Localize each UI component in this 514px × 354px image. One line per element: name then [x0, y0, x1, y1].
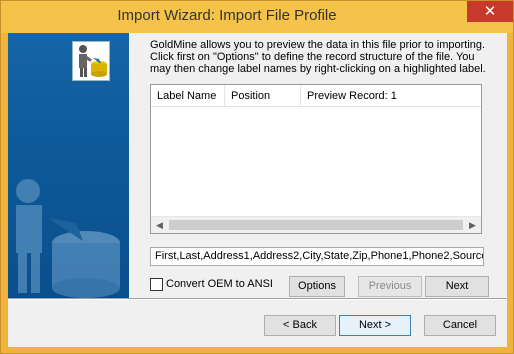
window-title: Import Wizard: Import File Profile: [117, 7, 337, 24]
column-header-preview-record[interactable]: Preview Record: 1: [301, 85, 481, 107]
convert-oem-label[interactable]: Convert OEM to ANSI: [166, 278, 273, 290]
wizard-client-area: GoldMine allows you to preview the data …: [8, 33, 507, 347]
scroll-right-icon[interactable]: ▶: [464, 217, 481, 233]
next-record-button[interactable]: Next: [425, 276, 489, 297]
back-button[interactable]: < Back: [264, 315, 336, 336]
footer-separator-highlight: [8, 299, 507, 300]
wizard-side-banner: [8, 33, 129, 298]
preview-listview[interactable]: Label Name Position Preview Record: 1 ◀ …: [150, 84, 482, 234]
listview-header: Label Name Position Preview Record: 1: [151, 85, 481, 107]
title-bar[interactable]: Import Wizard: Import File Profile ✕: [1, 1, 513, 33]
convert-oem-checkbox[interactable]: [150, 278, 163, 291]
column-header-label-name[interactable]: Label Name: [151, 85, 225, 107]
banner-background-art: [16, 179, 120, 298]
wizard-content: GoldMine allows you to preview the data …: [129, 33, 507, 298]
options-button[interactable]: Options: [289, 276, 345, 297]
close-icon: ✕: [483, 3, 497, 20]
import-wizard-window: Import Wizard: Import File Profile ✕ Gol…: [0, 0, 514, 354]
next-button[interactable]: Next >: [339, 315, 411, 336]
import-wizard-icon: [72, 41, 110, 81]
column-header-position[interactable]: Position: [225, 85, 301, 107]
scroll-thumb[interactable]: [169, 220, 463, 230]
horizontal-scrollbar[interactable]: ◀ ▶: [151, 216, 481, 233]
intro-text: GoldMine allows you to preview the data …: [150, 39, 486, 75]
field-labels-input[interactable]: First,Last,Address1,Address2,City,State,…: [150, 247, 484, 266]
close-button[interactable]: ✕: [467, 1, 513, 22]
previous-record-button[interactable]: Previous: [358, 276, 422, 297]
cancel-button[interactable]: Cancel: [424, 315, 496, 336]
scroll-left-icon[interactable]: ◀: [151, 217, 168, 233]
